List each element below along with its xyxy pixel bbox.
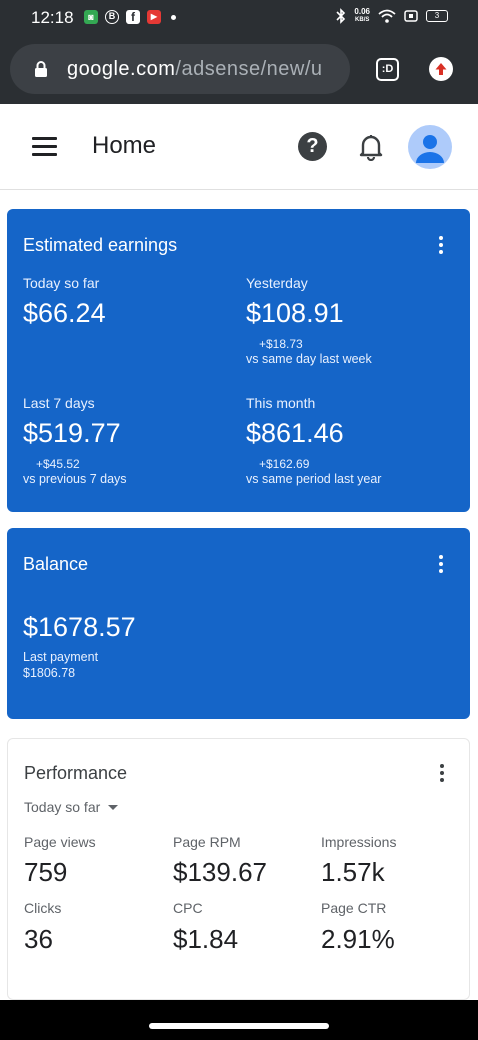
yesterday-delta: +$18.73 — [259, 337, 303, 351]
last7-delta: +$45.52 — [36, 457, 80, 471]
balance-more-options-icon[interactable] — [438, 555, 444, 573]
last7-compare: vs previous 7 days — [23, 472, 127, 486]
performance-more-options-icon[interactable] — [439, 764, 445, 782]
balance-value: $1678.57 — [23, 612, 136, 642]
date-range-dropdown[interactable]: Today so far — [24, 799, 119, 815]
url-text: google.com/adsense/new/u — [67, 58, 345, 81]
clicks-label: Clicks — [24, 900, 62, 916]
yesterday-compare: vs same day last week — [246, 352, 372, 366]
more-notifications-dot — [171, 14, 176, 20]
battery-icon: 3 — [426, 10, 448, 22]
user-avatar-icon — [416, 135, 444, 163]
notification-icons: ◙ B f ▶ — [84, 10, 176, 24]
status-right-icons: 0.06 KB/S 3 — [336, 8, 448, 24]
yesterday-value: $108.91 — [246, 298, 344, 328]
url-domain: google.com — [67, 58, 176, 80]
month-label: This month — [246, 395, 316, 411]
month-value: $861.46 — [246, 418, 344, 448]
balance-card[interactable]: Balance $1678.57 Last payment $1806.78 — [7, 528, 470, 719]
page-ctr-value: 2.91% — [321, 924, 395, 954]
video-app-icon: ▶ — [147, 10, 161, 24]
status-bar: 12:18 ◙ B f ▶ 0.06 KB/S 3 — [0, 0, 478, 36]
last7-value: $519.77 — [23, 418, 121, 448]
url-path: /adsense/new/u — [175, 58, 323, 80]
lock-icon — [35, 61, 47, 77]
today-value: $66.24 — [23, 298, 106, 328]
status-time: 12:18 — [31, 8, 74, 27]
balance-title: Balance — [23, 554, 89, 574]
estimated-earnings-card[interactable]: Estimated earnings Today so far $66.24 Y… — [7, 209, 470, 512]
account-avatar[interactable] — [408, 125, 452, 169]
network-speed-unit: KB/S — [355, 17, 370, 23]
cpc-label: CPC — [173, 900, 203, 916]
address-bar[interactable]: google.com/adsense/new/u — [10, 44, 350, 94]
screen-record-icon — [404, 10, 418, 22]
page-title: Home — [92, 132, 157, 159]
page-views-value: 759 — [24, 857, 68, 887]
performance-card[interactable]: Performance Today so far Page views 759 … — [7, 738, 470, 1000]
wifi-icon — [378, 9, 396, 23]
today-label: Today so far — [23, 275, 100, 291]
messaging-app-icon: ◙ — [84, 10, 98, 24]
last-payment-label: Last payment — [23, 650, 99, 664]
app-header: Home ? — [0, 104, 478, 190]
clicks-value: 36 — [24, 924, 53, 954]
facebook-icon: f — [126, 10, 140, 24]
performance-title: Performance — [24, 763, 128, 783]
earnings-more-options-icon[interactable] — [438, 236, 444, 254]
estimated-earnings-title: Estimated earnings — [23, 235, 178, 255]
month-compare: vs same period last year — [246, 472, 382, 486]
hamburger-menu-icon[interactable] — [32, 137, 57, 157]
last7-label: Last 7 days — [23, 395, 95, 411]
dropdown-caret-icon — [108, 804, 119, 810]
system-navigation-bar — [0, 1000, 478, 1040]
page-rpm-value: $139.67 — [173, 857, 267, 887]
page-rpm-label: Page RPM — [173, 834, 241, 850]
month-delta: +$162.69 — [259, 457, 310, 471]
network-speed-value: 0.06 — [354, 7, 370, 16]
page-ctr-label: Page CTR — [321, 900, 387, 916]
tab-switcher-button[interactable]: :D — [376, 58, 399, 81]
b-app-icon: B — [105, 10, 119, 24]
update-button[interactable] — [429, 57, 453, 81]
help-icon[interactable]: ? — [298, 132, 327, 161]
notifications-bell-icon[interactable] — [358, 133, 384, 161]
bluetooth-icon — [336, 8, 346, 24]
last-payment-value: $1806.78 — [23, 666, 76, 680]
yesterday-label: Yesterday — [246, 275, 308, 291]
home-gesture-handle[interactable] — [149, 1023, 329, 1029]
impressions-label: Impressions — [321, 834, 397, 850]
arrow-up-icon — [435, 63, 447, 75]
cpc-value: $1.84 — [173, 924, 239, 954]
date-range-label: Today so far — [24, 799, 101, 815]
network-speed: 0.06 KB/S — [354, 8, 370, 24]
browser-toolbar: google.com/adsense/new/u :D — [0, 36, 478, 104]
impressions-value: 1.57k — [321, 857, 385, 887]
page-views-label: Page views — [24, 834, 96, 850]
